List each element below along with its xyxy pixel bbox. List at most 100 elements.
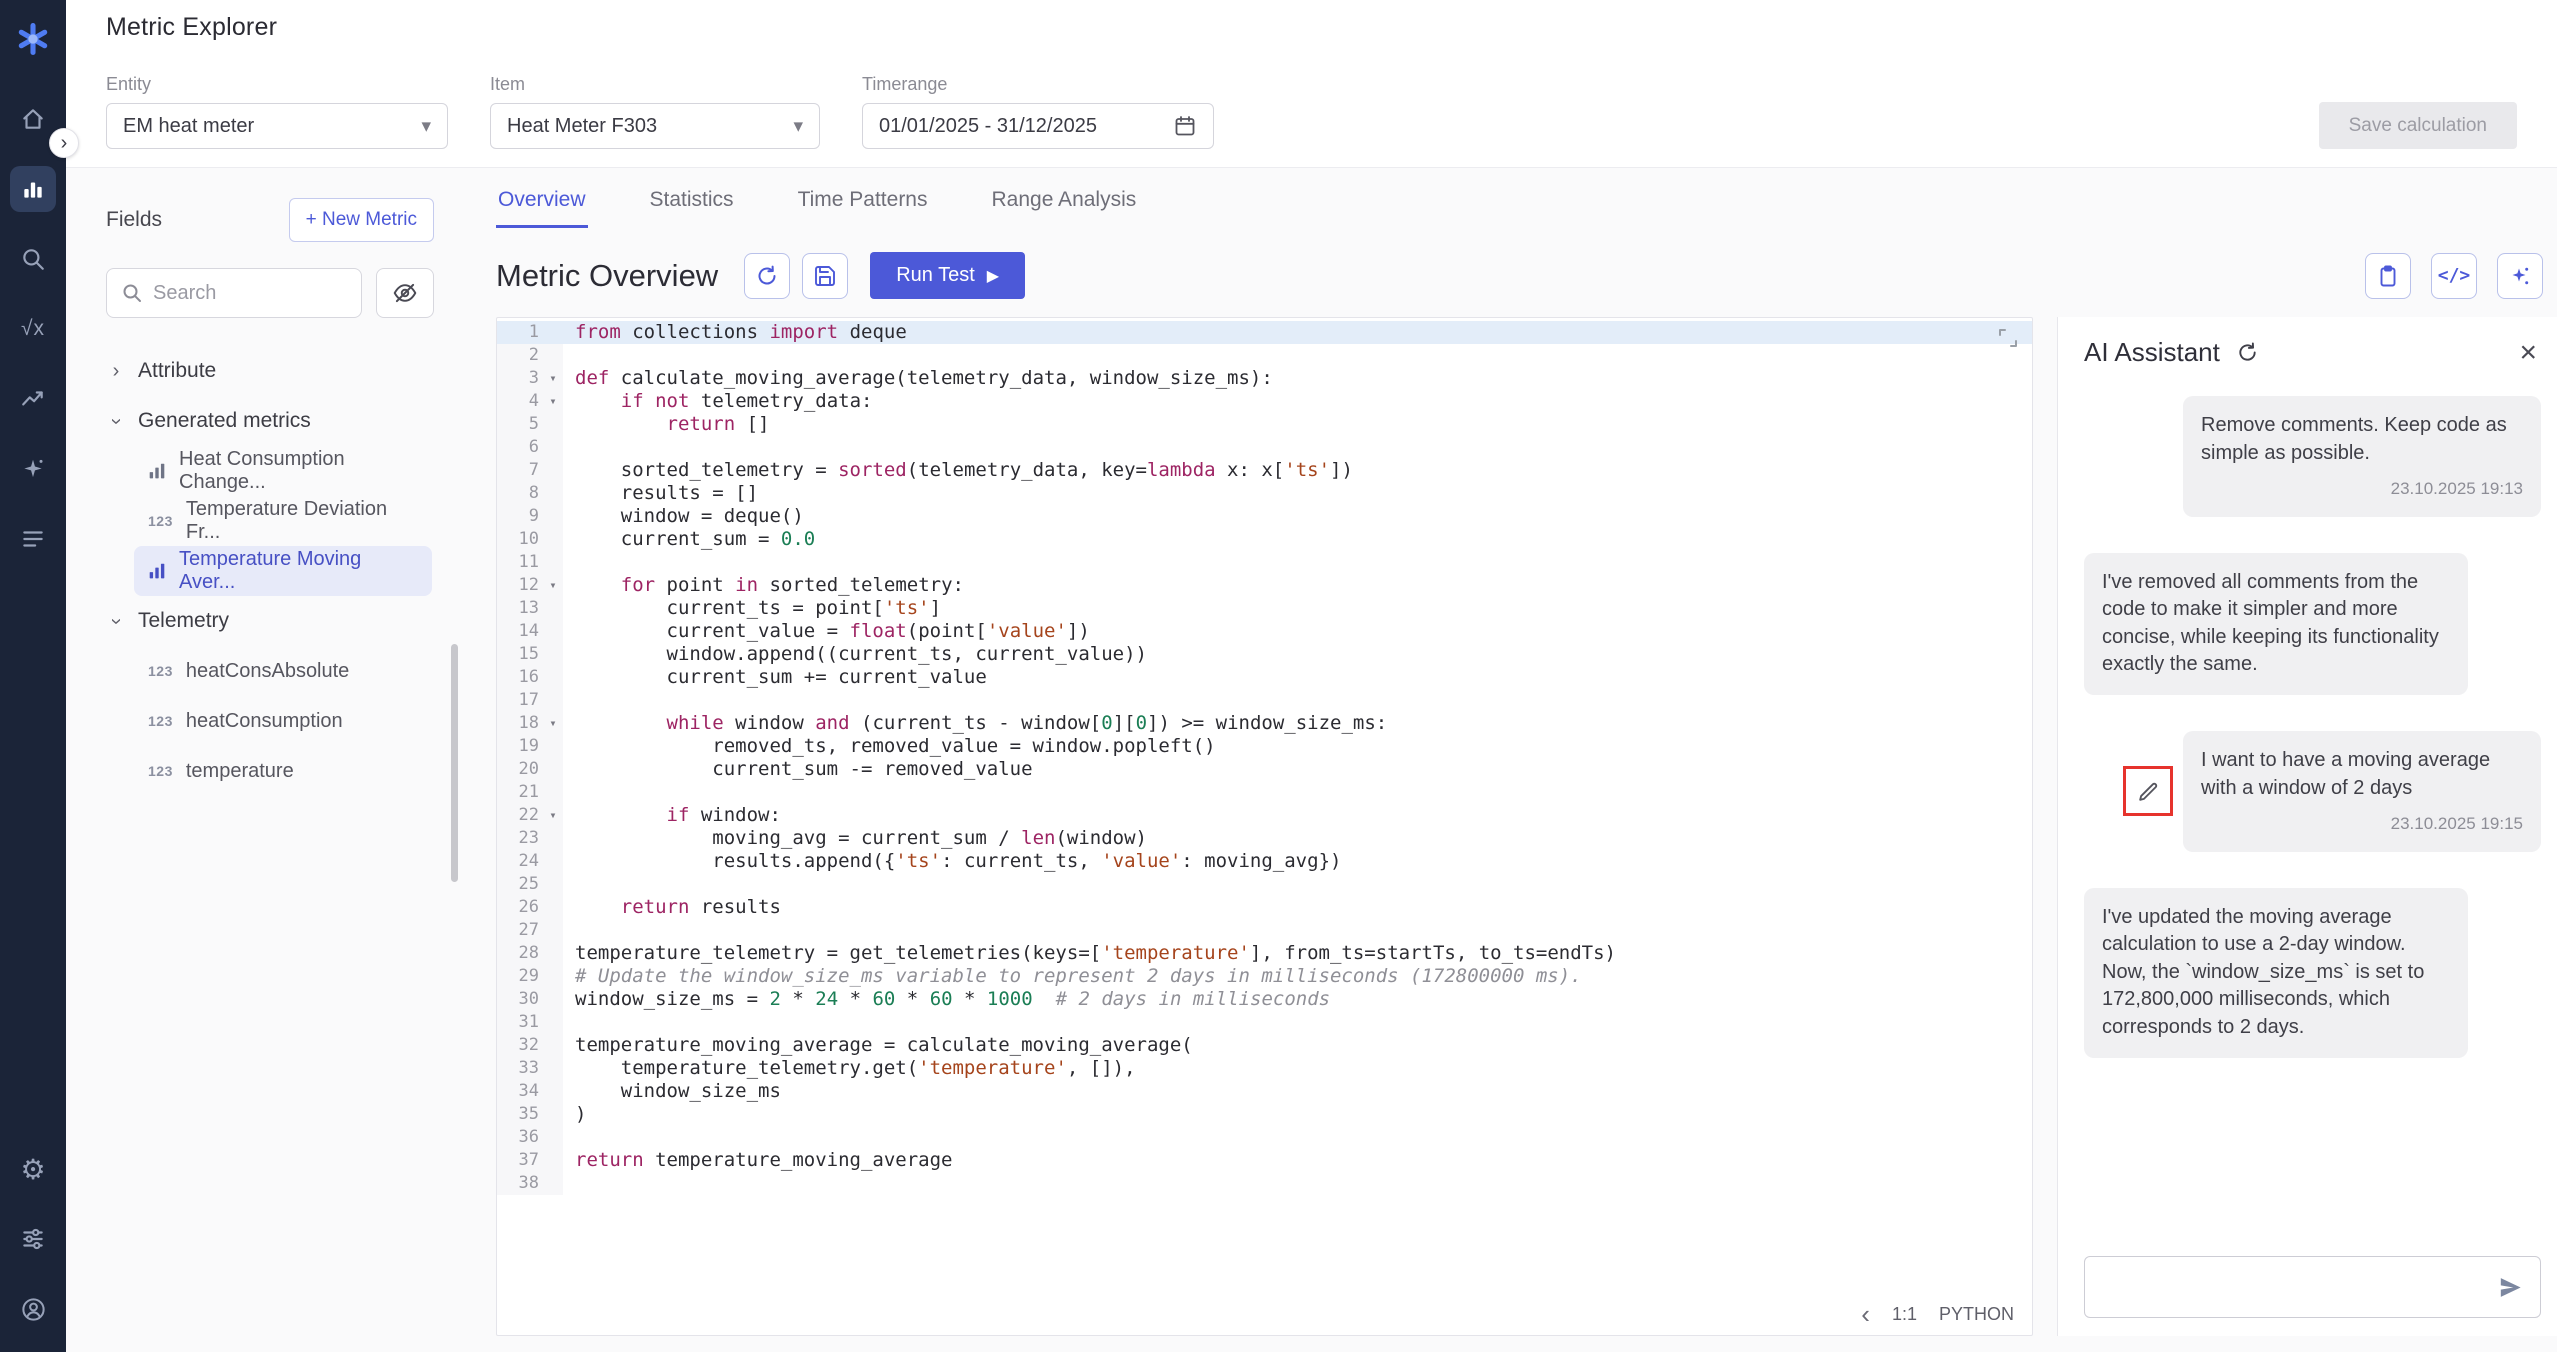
pencil-icon [2136,779,2161,804]
tree-section-generated-metrics[interactable]: ›Generated metrics [106,396,434,446]
fold-marker-icon[interactable]: ▾ [543,367,563,390]
code-line[interactable]: 3▾def calculate_moving_average(telemetry… [497,367,2032,390]
line-number: 18 [497,712,543,735]
code-line[interactable]: 25 [497,873,2032,896]
code-line[interactable]: 29# Update the window_size_ms variable t… [497,965,2032,988]
send-message-button[interactable] [2497,1274,2524,1301]
code-line[interactable]: 19 removed_ts, removed_value = window.po… [497,735,2032,758]
fold-marker-icon[interactable]: ▾ [543,804,563,827]
numeric-field-icon: 123 [148,663,173,679]
code-line[interactable]: 18▾ while window and (current_ts - windo… [497,712,2032,735]
code-line[interactable]: 15 window.append((current_ts, current_va… [497,643,2032,666]
sidebar-item-profile[interactable] [10,1286,56,1332]
fold-gutter [543,551,563,574]
sidebar-item-formula[interactable]: √x [10,306,56,352]
search-box [106,268,362,318]
tree-item-temperature-deviation-fr[interactable]: 123Temperature Deviation Fr... [134,496,432,546]
tab-overview[interactable]: Overview [496,180,588,228]
fields-scrollbar[interactable] [451,644,458,882]
sidebar-item-search[interactable] [10,236,56,282]
tree-item-heatconsabsolute[interactable]: 123heatConsAbsolute [134,646,432,696]
code-line[interactable]: 20 current_sum -= removed_value [497,758,2032,781]
sidebar-item-metrics[interactable] [10,166,56,212]
search-input[interactable] [106,268,362,318]
code-line[interactable]: 7 sorted_telemetry = sorted(telemetry_da… [497,459,2032,482]
fold-marker-icon[interactable]: ▾ [543,390,563,413]
expand-sidebar-button[interactable]: › [49,128,79,158]
fold-marker-icon[interactable]: ▾ [543,574,563,597]
tree-section-attribute[interactable]: ›Attribute [106,346,434,396]
code-line[interactable]: 22▾ if window: [497,804,2032,827]
code-line[interactable]: 38 [497,1172,2032,1195]
calendar-icon[interactable] [1173,114,1197,138]
code-line[interactable]: 21 [497,781,2032,804]
code-line[interactable]: 34 window_size_ms [497,1080,2032,1103]
code-line[interactable]: 4▾ if not telemetry_data: [497,390,2032,413]
code-line[interactable]: 16 current_sum += current_value [497,666,2032,689]
code-area[interactable]: 1from collections import deque23▾def cal… [497,318,2032,1195]
code-line[interactable]: 6 [497,436,2032,459]
item-select[interactable]: Heat Meter F303 ▾ [490,103,820,149]
sidebar-item-home[interactable] [10,96,56,142]
sidebar-item-ai[interactable] [10,446,56,492]
code-line[interactable]: 24 results.append({'ts': current_ts, 'va… [497,850,2032,873]
code-line[interactable]: 14 current_value = float(point['value']) [497,620,2032,643]
code-editor[interactable]: 1from collections import deque23▾def cal… [496,317,2033,1336]
new-metric-button[interactable]: + New Metric [289,198,434,242]
tree-item-heat-consumption-change[interactable]: Heat Consumption Change... [134,446,432,496]
code-line[interactable]: 2 [497,344,2032,367]
code-line[interactable]: 36 [497,1126,2032,1149]
code-line[interactable]: 10 current_sum = 0.0 [497,528,2032,551]
line-number: 37 [497,1149,543,1172]
code-line[interactable]: 31 [497,1011,2032,1034]
code-line[interactable]: 37return temperature_moving_average [497,1149,2032,1172]
refresh-metric-button[interactable] [744,253,790,299]
code-line[interactable]: 30window_size_ms = 2 * 24 * 60 * 60 * 10… [497,988,2032,1011]
ai-assistant-button[interactable] [2497,253,2543,299]
tab-range-analysis[interactable]: Range Analysis [990,180,1139,228]
app-logo[interactable] [15,12,51,66]
ai-refresh-button[interactable] [2236,341,2259,364]
code-line[interactable]: 23 moving_avg = current_sum / len(window… [497,827,2032,850]
code-line[interactable]: 8 results = [] [497,482,2032,505]
code-line[interactable]: 27 [497,919,2032,942]
code-line[interactable]: 12▾ for point in sorted_telemetry: [497,574,2032,597]
code-line[interactable]: 17 [497,689,2032,712]
code-line[interactable]: 11 [497,551,2032,574]
close-ai-panel-button[interactable]: × [2515,338,2541,368]
save-metric-button[interactable] [802,253,848,299]
tree-item-temperature-moving-aver[interactable]: Temperature Moving Aver... [134,546,432,596]
code-line[interactable]: 26 return results [497,896,2032,919]
fold-marker-icon[interactable]: ▾ [543,712,563,735]
code-line[interactable]: 33 temperature_telemetry.get('temperatur… [497,1057,2032,1080]
toggle-hidden-fields-button[interactable] [376,268,434,318]
run-test-button[interactable]: Run Test ▶ [870,252,1025,299]
code-view-button[interactable]: </> [2431,253,2477,299]
copy-clipboard-button[interactable] [2365,253,2411,299]
code-line[interactable]: 1from collections import deque [497,321,2032,344]
tree-section-telemetry[interactable]: ›Telemetry [106,596,434,646]
code-line[interactable]: 28temperature_telemetry = get_telemetrie… [497,942,2032,965]
code-line[interactable]: 13 current_ts = point['ts'] [497,597,2032,620]
fold-gutter [543,528,563,551]
code-line[interactable]: 35) [497,1103,2032,1126]
tree-item-temperature[interactable]: 123temperature [134,746,432,796]
tab-time-patterns[interactable]: Time Patterns [796,180,930,228]
save-calculation-button[interactable]: Save calculation [2319,102,2517,149]
sidebar-item-settings[interactable]: ⚙ [10,1146,56,1192]
sidebar-item-list[interactable] [10,516,56,562]
ai-message-input[interactable] [2101,1276,2497,1299]
tree-item-heatconsumption[interactable]: 123heatConsumption [134,696,432,746]
tab-statistics[interactable]: Statistics [648,180,736,228]
timerange-input[interactable]: 01/01/2025 - 31/12/2025 [862,103,1214,149]
code-line[interactable]: 32temperature_moving_average = calculate… [497,1034,2032,1057]
expand-editor-button[interactable] [1996,326,2020,350]
fold-gutter [543,505,563,528]
chevron-left-icon[interactable]: ‹ [1861,1301,1870,1327]
sidebar-item-trends[interactable] [10,376,56,422]
code-line[interactable]: 9 window = deque() [497,505,2032,528]
edit-message-button[interactable] [2127,770,2169,812]
entity-select[interactable]: EM heat meter ▾ [106,103,448,149]
sidebar-item-preferences[interactable] [10,1216,56,1262]
code-line[interactable]: 5 return [] [497,413,2032,436]
